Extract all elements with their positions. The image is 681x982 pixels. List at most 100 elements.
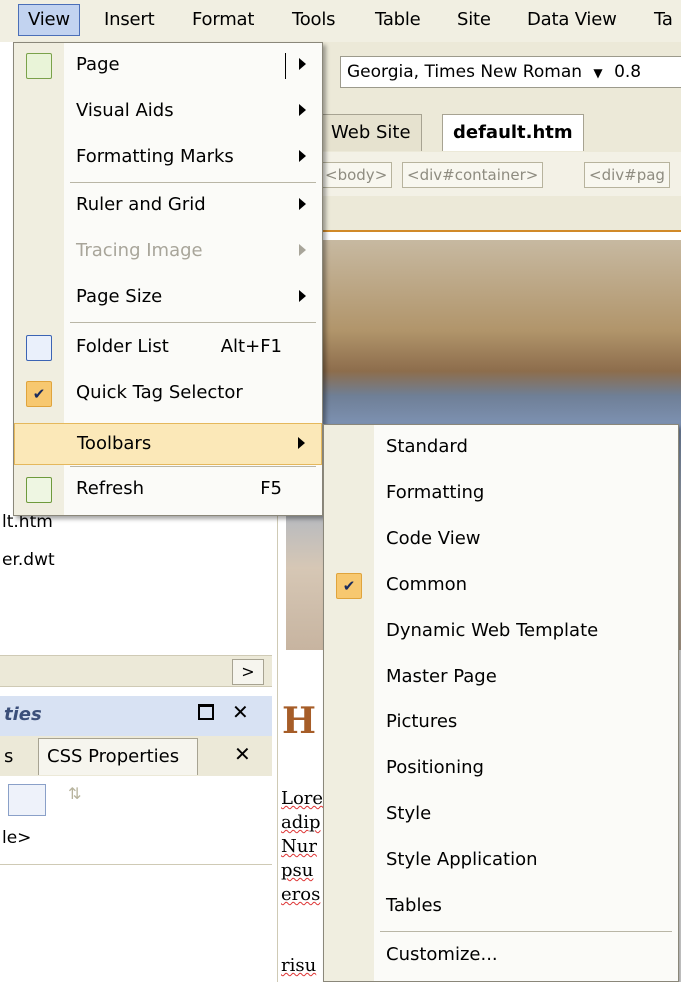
menu-item-refresh[interactable]: Refresh F5 <box>14 469 322 511</box>
submenu-item-dynamic-web-template[interactable]: Dynamic Web Template <box>324 611 678 653</box>
submenu-item-standard[interactable]: Standard <box>324 427 678 469</box>
submenu-item-style[interactable]: Style <box>324 794 678 836</box>
panel-tabs: s CSS Properties ✕ <box>0 736 272 777</box>
menu-task-panes[interactable]: Ta <box>654 9 673 30</box>
lorem-line: Nur <box>281 836 317 857</box>
submenu-item-tables[interactable]: Tables <box>324 886 678 928</box>
submenu-item-label: Standard <box>386 436 468 457</box>
menu-item-tracing-image: Tracing Image <box>14 231 322 273</box>
submenu-item-master-page[interactable]: Master Page <box>324 657 678 699</box>
submenu-item-label: Style Application <box>386 849 538 870</box>
menu-item-label: Visual Aids <box>76 100 174 121</box>
submenu-arrow-icon <box>299 104 306 116</box>
tag-body-label: body <box>337 166 375 184</box>
menu-table[interactable]: Table <box>375 9 421 30</box>
maximize-icon[interactable] <box>198 704 214 720</box>
menu-item-folder-list[interactable]: Folder List Alt+F1 <box>14 327 322 369</box>
tab-css-properties[interactable]: CSS Properties <box>38 738 199 775</box>
tab-default-htm[interactable]: default.htm <box>442 114 584 151</box>
submenu-item-code-view[interactable]: Code View <box>324 519 678 561</box>
font-size-value[interactable]: 0.8 <box>614 62 641 82</box>
menu-item-formatting-marks[interactable]: Formatting Marks <box>14 137 322 179</box>
tag-div-container[interactable]: <div#container> <box>402 162 544 188</box>
submenu-item-pictures[interactable]: Pictures <box>324 702 678 744</box>
submenu-item-label: Code View <box>386 528 481 549</box>
menu-item-label: Page Size <box>76 286 163 307</box>
submenu-item-customize[interactable]: Customize... <box>324 935 678 977</box>
submenu-item-common[interactable]: ✔ Common <box>324 565 678 607</box>
menu-item-label: Ruler and Grid <box>76 194 206 215</box>
page-icon <box>26 53 52 79</box>
font-family-dropdown[interactable]: Georgia, Times New Roman ▼ 0.8 <box>340 56 681 88</box>
menu-item-label: Tracing Image <box>76 240 203 261</box>
menu-separator <box>70 466 316 467</box>
menu-item-label: Toolbars <box>77 433 152 454</box>
tag-body[interactable]: <body> <box>320 162 393 188</box>
panel-title: ties <box>4 704 42 725</box>
split-divider <box>285 53 286 79</box>
menu-bar: View Insert Format Tools Table Site Data… <box>0 0 681 43</box>
menu-separator <box>70 182 316 183</box>
close-icon[interactable]: ✕ <box>232 700 249 724</box>
menu-site[interactable]: Site <box>457 9 491 30</box>
view-menu: Page Visual Aids Formatting Marks Ruler … <box>13 42 323 516</box>
scroll-right-arrow-icon[interactable]: > <box>232 659 264 685</box>
close-icon[interactable]: ✕ <box>234 742 251 766</box>
folder-list-icon <box>26 335 52 361</box>
submenu-item-label: Formatting <box>386 482 485 503</box>
menu-item-ruler-and-grid[interactable]: Ruler and Grid <box>14 185 322 227</box>
ruler <box>318 196 681 232</box>
tab-tag-properties[interactable]: s <box>4 746 13 767</box>
sort-icon[interactable]: ⇅ <box>68 784 94 814</box>
lorem-line: eros <box>281 884 321 905</box>
refresh-icon <box>26 477 52 503</box>
quick-tag-selector: <body> <div#container> <div#pag <box>318 152 681 197</box>
font-family-value: Georgia, Times New Roman <box>347 62 583 82</box>
menu-format[interactable]: Format <box>192 9 254 30</box>
menu-item-toolbars[interactable]: Toolbars <box>14 423 322 465</box>
submenu-item-label: Pictures <box>386 711 458 732</box>
file-item[interactable]: er.dwt <box>2 550 55 570</box>
menu-insert[interactable]: Insert <box>104 9 155 30</box>
menu-item-label: Refresh <box>76 478 144 499</box>
submenu-arrow-icon <box>299 290 306 302</box>
submenu-item-label: Master Page <box>386 666 497 687</box>
menu-data-view[interactable]: Data View <box>527 9 617 30</box>
submenu-item-label: Dynamic Web Template <box>386 620 599 641</box>
tag-div-container-label: div#container <box>419 166 526 184</box>
submenu-item-label: Tables <box>386 895 442 916</box>
submenu-item-positioning[interactable]: Positioning <box>324 748 678 790</box>
menu-item-page[interactable]: Page <box>14 45 322 87</box>
document-tab-strip: Web Site default.htm <box>318 102 681 152</box>
submenu-item-style-application[interactable]: Style Application <box>324 840 678 882</box>
properties-body: ⇅ le> <box>0 776 272 982</box>
tab-web-site[interactable]: Web Site <box>320 114 422 151</box>
submenu-arrow-icon <box>299 58 306 70</box>
submenu-arrow-icon <box>299 244 306 256</box>
menu-item-visual-aids[interactable]: Visual Aids <box>14 91 322 133</box>
check-icon: ✔ <box>26 381 52 407</box>
submenu-arrow-icon <box>299 198 306 210</box>
menu-item-label: Quick Tag Selector <box>76 382 243 403</box>
menu-item-shortcut: Alt+F1 <box>220 336 282 357</box>
divider <box>0 864 272 865</box>
menu-item-label: Formatting Marks <box>76 146 234 167</box>
submenu-arrow-icon <box>298 437 305 449</box>
tag-div-page[interactable]: <div#pag <box>584 162 670 188</box>
dropdown-arrow-icon[interactable]: ▼ <box>593 58 602 87</box>
lorem-line: risu <box>281 955 317 976</box>
menu-item-shortcut: F5 <box>260 478 282 499</box>
menu-separator <box>70 322 316 323</box>
menu-view[interactable]: View <box>18 4 80 36</box>
tag-properties-panel-header: ties ✕ <box>0 696 272 737</box>
submenu-arrow-icon <box>299 150 306 162</box>
menu-item-quick-tag-selector[interactable]: ✔ Quick Tag Selector <box>14 373 322 415</box>
toolbars-submenu: Standard Formatting Code View ✔ Common D… <box>323 424 679 982</box>
menu-tools[interactable]: Tools <box>292 9 336 30</box>
submenu-item-label: Style <box>386 803 432 824</box>
menu-item-page-size[interactable]: Page Size <box>14 277 322 319</box>
submenu-item-formatting[interactable]: Formatting <box>324 473 678 515</box>
submenu-item-label: Positioning <box>386 757 484 778</box>
menu-separator <box>380 931 672 932</box>
list-view-icon[interactable] <box>8 784 46 816</box>
